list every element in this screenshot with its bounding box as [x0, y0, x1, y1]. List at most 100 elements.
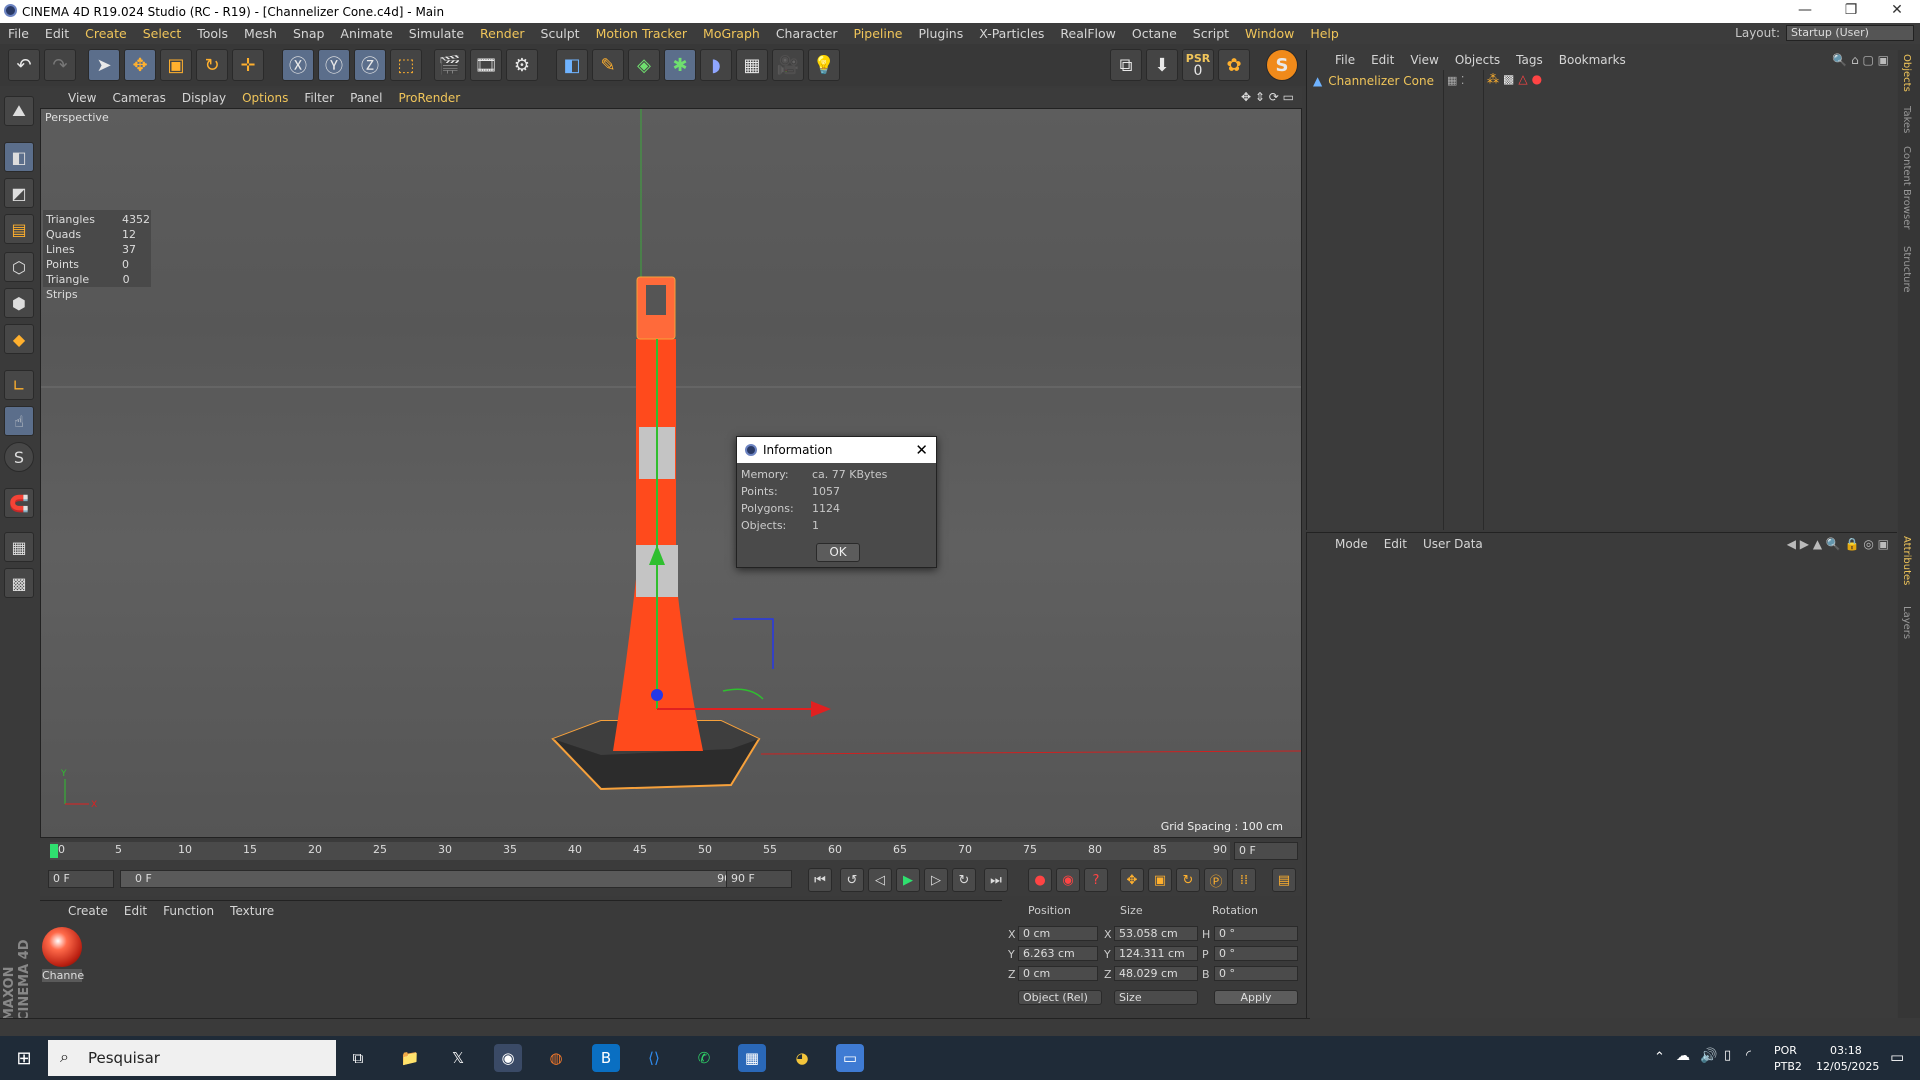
octane-settings-icon[interactable]: ✿: [1218, 49, 1250, 81]
menu-script[interactable]: Script: [1185, 26, 1237, 41]
chrome-icon[interactable]: ◕: [788, 1044, 816, 1072]
cube-primitive-icon[interactable]: ◧: [556, 49, 588, 81]
menu-realflow[interactable]: RealFlow: [1052, 26, 1123, 41]
mat-menu-edit[interactable]: Edit: [116, 904, 155, 918]
next-frame-icon[interactable]: ▷: [924, 868, 948, 892]
snapping-icon[interactable]: S: [4, 442, 34, 472]
menu-octane[interactable]: Octane: [1124, 26, 1185, 41]
chevron-up-icon[interactable]: ⌃: [1654, 1050, 1665, 1065]
restore-icon[interactable]: ❐: [1828, 0, 1874, 23]
viewport-nav-icons[interactable]: ✥ ⇕ ⟳ ▭: [1241, 90, 1294, 104]
perspective-viewport[interactable]: Perspective Triangles 4352 Quads 12 Lines 3…: [40, 108, 1302, 838]
vp-menu-prorender[interactable]: ProRender: [390, 91, 468, 105]
menu-plugins[interactable]: Plugins: [910, 26, 971, 41]
playhead[interactable]: [50, 844, 58, 858]
go-to-end-icon[interactable]: ⏭: [984, 868, 1008, 892]
key-position-icon[interactable]: ✥: [1120, 868, 1144, 892]
rotate-tool-icon[interactable]: ↻: [196, 49, 228, 81]
keyframe-selection-icon[interactable]: ?: [1084, 868, 1108, 892]
material-swatch[interactable]: Channe: [42, 927, 84, 985]
menu-tools[interactable]: Tools: [189, 26, 236, 41]
object-manager-nav-icons[interactable]: 🔍 ⌂ ▢ ▣: [1832, 53, 1889, 67]
obj-menu-view[interactable]: View: [1402, 53, 1446, 67]
scale-tool-icon[interactable]: ▣: [160, 49, 192, 81]
subdivision-icon[interactable]: ◈: [628, 49, 660, 81]
material-tag-icon[interactable]: ●: [1532, 72, 1542, 86]
warning-tag-icon[interactable]: △: [1518, 72, 1527, 86]
clock-date[interactable]: 12/05/2025: [1816, 1060, 1879, 1073]
menu-motion-tracker[interactable]: Motion Tracker: [588, 26, 695, 41]
menu-character[interactable]: Character: [768, 26, 846, 41]
tag-icon[interactable]: ⁂: [1487, 72, 1499, 86]
taskbar-search[interactable]: ⌕ Pesquisar: [48, 1040, 336, 1076]
menu-select[interactable]: Select: [135, 26, 190, 41]
tab-content-browser[interactable]: Content Browser: [1901, 146, 1912, 229]
download-icon[interactable]: ⬇: [1146, 49, 1178, 81]
attr-menu-user-data[interactable]: User Data: [1415, 537, 1491, 551]
render-picture-viewer-icon[interactable]: 🎞: [470, 49, 502, 81]
wifi-icon[interactable]: ◜: [1746, 1048, 1751, 1063]
edges-mode-icon[interactable]: ⬢: [4, 288, 34, 318]
y-axis-lock-icon[interactable]: Ⓨ: [318, 49, 350, 81]
coordinate-mode-dropdown[interactable]: Object (Rel): [1018, 990, 1102, 1005]
coordinate-system-icon[interactable]: ⬚: [390, 49, 422, 81]
redo-icon[interactable]: ↷: [44, 49, 76, 81]
render-view-icon[interactable]: 🎬: [434, 49, 466, 81]
blender-icon[interactable]: ◍: [542, 1044, 570, 1072]
workplane-lock-icon[interactable]: ▦: [4, 532, 34, 562]
live-selection-icon[interactable]: ➤: [88, 49, 120, 81]
key-rotation-icon[interactable]: ↻: [1176, 868, 1200, 892]
menu-x-particles[interactable]: X-Particles: [971, 26, 1052, 41]
current-frame-field[interactable]: 0 F: [1234, 842, 1298, 860]
key-scale-icon[interactable]: ▣: [1148, 868, 1172, 892]
z-axis-lock-icon[interactable]: Ⓩ: [354, 49, 386, 81]
position-z-field[interactable]: 0 cm: [1018, 966, 1098, 981]
points-mode-icon[interactable]: ⬡: [4, 252, 34, 282]
menu-window[interactable]: Window: [1237, 26, 1302, 41]
menu-sculpt[interactable]: Sculpt: [533, 26, 588, 41]
floor-icon[interactable]: ▦: [736, 49, 768, 81]
vp-menu-cameras[interactable]: Cameras: [104, 91, 173, 105]
texture-mode-icon[interactable]: ◩: [4, 178, 34, 208]
record-keys-icon[interactable]: ●: [1028, 868, 1052, 892]
mat-menu-texture[interactable]: Texture: [222, 904, 282, 918]
phong-tag-icon[interactable]: ▩: [1503, 72, 1514, 86]
range-slider[interactable]: 0 F 90 F: [120, 870, 760, 888]
x-axis-lock-icon[interactable]: Ⓧ: [282, 49, 314, 81]
calculator-icon[interactable]: ▦: [738, 1044, 766, 1072]
cloud-icon[interactable]: ☁: [1676, 1048, 1690, 1064]
window-app-icon[interactable]: ▭: [836, 1044, 864, 1072]
tab-takes[interactable]: Takes: [1901, 106, 1912, 133]
next-key-icon[interactable]: ↻: [952, 868, 976, 892]
workplane-mode-icon[interactable]: ▤: [4, 214, 34, 244]
object-row[interactable]: ▲ Channelizer Cone: [1313, 72, 1447, 90]
menu-help[interactable]: Help: [1302, 26, 1347, 41]
menu-snap[interactable]: Snap: [285, 26, 332, 41]
cinema4d-taskbar-icon[interactable]: ◉: [494, 1044, 522, 1072]
menu-render[interactable]: Render: [472, 26, 533, 41]
plugin-s-icon[interactable]: S: [1266, 49, 1298, 81]
array-icon[interactable]: ✱: [664, 49, 696, 81]
attr-menu-mode[interactable]: Mode: [1327, 537, 1376, 551]
mat-menu-function[interactable]: Function: [155, 904, 222, 918]
light-icon[interactable]: 💡: [808, 49, 840, 81]
obj-menu-objects[interactable]: Objects: [1447, 53, 1508, 67]
size-x-field[interactable]: 53.058 cm: [1114, 926, 1198, 941]
camera-icon[interactable]: 🎥: [772, 49, 804, 81]
tab-layers[interactable]: Layers: [1901, 606, 1912, 639]
attribute-nav-icons[interactable]: ◀ ▶ ▲ 🔍 🔒 ◎ ▣: [1787, 537, 1889, 551]
clock-time[interactable]: 03:18: [1830, 1044, 1862, 1057]
keyboard-layout[interactable]: PTB2: [1774, 1060, 1802, 1073]
notifications-icon[interactable]: ▭: [1890, 1048, 1904, 1066]
menu-create[interactable]: Create: [77, 26, 135, 41]
obj-menu-tags[interactable]: Tags: [1508, 53, 1551, 67]
start-icon[interactable]: ⊞: [10, 1044, 38, 1072]
edit-render-settings-icon[interactable]: ⚙: [506, 49, 538, 81]
menu-mesh[interactable]: Mesh: [236, 26, 285, 41]
vscode-icon[interactable]: ⟨⟩: [640, 1044, 668, 1072]
magnet-icon[interactable]: 🧲: [4, 488, 34, 518]
timeline-layout-icon[interactable]: ▤: [1272, 868, 1296, 892]
vp-menu-options[interactable]: Options: [234, 91, 296, 105]
ok-button[interactable]: OK: [816, 543, 860, 562]
make-editable-icon[interactable]: ⛰: [4, 96, 34, 126]
